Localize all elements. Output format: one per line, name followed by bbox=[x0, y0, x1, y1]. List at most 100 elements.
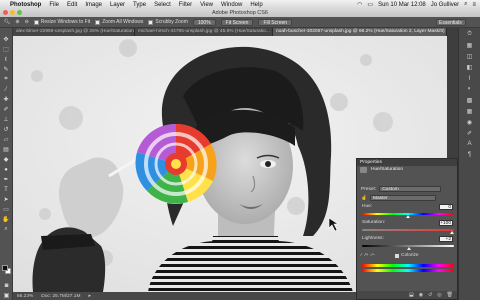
options-bar: 🔍︎ ⊕ ⊖ Resize Windows to Fit Zoom All Wi… bbox=[0, 17, 480, 28]
color-panel-icon[interactable]: ◉ bbox=[465, 119, 474, 127]
lightness-label: Lightness: bbox=[362, 236, 384, 241]
menu-layer[interactable]: Layer bbox=[110, 2, 125, 8]
paths-panel-icon[interactable]: ⌇ bbox=[465, 75, 474, 83]
menu-window[interactable]: Window bbox=[221, 2, 242, 8]
saturation-slider-track[interactable] bbox=[362, 229, 454, 231]
hue-saturation-label: Hue/Saturation bbox=[371, 167, 403, 172]
channels-panel-icon[interactable]: ◧ bbox=[465, 64, 474, 72]
tab-noah-buscher[interactable]: noah-buscher-302067-unsplash.jpg @ 66.2%… bbox=[273, 28, 447, 36]
battery-icon[interactable]: ▭ bbox=[367, 1, 373, 8]
menu-clock[interactable]: Sun 10 Mar 12:08 bbox=[378, 2, 426, 8]
pen-tool-icon[interactable]: ✒ bbox=[1, 175, 12, 184]
eyedropper-tool-icon[interactable]: ⁄ bbox=[1, 85, 12, 94]
reset-icon[interactable]: ↺ bbox=[428, 292, 432, 298]
list-icon[interactable]: ≡ bbox=[472, 2, 476, 8]
quick-select-tool-icon[interactable]: ✎ bbox=[1, 65, 12, 74]
history-brush-tool-icon[interactable]: ↺ bbox=[1, 125, 12, 134]
minimize-window-button[interactable] bbox=[10, 10, 15, 15]
type-tool-icon[interactable]: T bbox=[1, 185, 12, 194]
brush-panel-icon[interactable]: ✐ bbox=[465, 130, 474, 138]
marquee-tool-icon[interactable]: ⬚ bbox=[1, 45, 12, 54]
scrubby-zoom-checkbox[interactable]: Scrubby Zoom bbox=[148, 19, 188, 25]
tab-alex-blmer[interactable]: alex-blmer-22959-unsplash.jpg @ 25% (Hue… bbox=[13, 28, 135, 36]
zoom-window-button[interactable] bbox=[17, 10, 22, 15]
workspace-select[interactable]: Essentials bbox=[436, 19, 466, 26]
fill-screen-button[interactable]: Fill Screen bbox=[258, 18, 293, 26]
hue-slider-thumb[interactable] bbox=[406, 215, 410, 218]
preset-select[interactable]: Custom bbox=[379, 186, 442, 192]
menu-image[interactable]: Image bbox=[85, 2, 102, 8]
lightness-input[interactable]: +2 bbox=[439, 236, 453, 242]
menu-type[interactable]: Type bbox=[133, 2, 146, 8]
menu-file[interactable]: File bbox=[49, 2, 59, 8]
zoom-in-icon[interactable]: ⊕ bbox=[15, 19, 19, 25]
swatches-panel-icon[interactable]: ▦ bbox=[465, 108, 474, 116]
shape-tool-icon[interactable]: ▭ bbox=[1, 205, 12, 214]
preset-label: Preset: bbox=[361, 186, 377, 192]
zoom-level[interactable]: 66.23% bbox=[17, 294, 33, 299]
adjustments-panel-icon[interactable]: ◐ bbox=[465, 86, 474, 94]
clip-to-layer-icon[interactable]: ⬓ bbox=[409, 292, 414, 298]
zoom-tool-icon[interactable]: 🔍︎ bbox=[4, 19, 10, 25]
crop-tool-icon[interactable]: ⌗ bbox=[1, 75, 12, 84]
properties-title[interactable]: Properties bbox=[357, 159, 457, 166]
wifi-icon[interactable]: ◠ bbox=[357, 1, 362, 8]
visibility-icon[interactable]: ◎ bbox=[437, 292, 441, 298]
fit-screen-button[interactable]: Fit Screen bbox=[220, 18, 254, 26]
saturation-slider-thumb[interactable] bbox=[450, 231, 454, 234]
lasso-tool-icon[interactable]: ℓ bbox=[1, 55, 12, 64]
zoom-tool-icon[interactable]: ⌕ bbox=[1, 225, 12, 234]
status-arrow-icon[interactable]: ▸ bbox=[88, 294, 90, 299]
channel-select[interactable]: Master bbox=[369, 195, 436, 201]
dodge-tool-icon[interactable]: ● bbox=[1, 165, 12, 174]
foreground-color-swatch[interactable] bbox=[2, 265, 8, 271]
screen-mode-icon[interactable]: ▣ bbox=[1, 291, 12, 300]
lightness-slider-thumb[interactable] bbox=[407, 247, 411, 250]
paragraph-panel-icon[interactable]: ¶ bbox=[465, 152, 474, 160]
menu-app-name[interactable]: Photoshop bbox=[10, 2, 41, 8]
hue-input[interactable]: 0 bbox=[439, 204, 453, 210]
eyedropper-plus-icon[interactable]: ⁄+ bbox=[365, 253, 369, 258]
view-previous-icon[interactable]: ◉ bbox=[419, 292, 423, 298]
menu-user[interactable]: Jo Gulliver bbox=[431, 2, 459, 8]
window-controls bbox=[3, 10, 22, 15]
hand-adjust-icon[interactable]: ☝ bbox=[361, 196, 367, 201]
styles-panel-icon[interactable]: ▩ bbox=[465, 97, 474, 105]
hue-range-bar-top bbox=[362, 264, 454, 267]
menu-bar: Photoshop File Edit Image Layer Type Sel… bbox=[0, 0, 480, 9]
menu-edit[interactable]: Edit bbox=[67, 2, 77, 8]
zoom-100-button[interactable]: 100% bbox=[192, 18, 216, 26]
zoom-all-windows-checkbox[interactable]: Zoom All Windows bbox=[95, 19, 143, 25]
zoom-out-icon[interactable]: ⊖ bbox=[25, 19, 29, 25]
blur-tool-icon[interactable]: ◆ bbox=[1, 155, 12, 164]
saturation-label: Saturation: bbox=[362, 220, 386, 225]
gradient-tool-icon[interactable]: ▤ bbox=[1, 145, 12, 154]
move-tool-icon[interactable]: ✥ bbox=[1, 35, 12, 44]
healing-tool-icon[interactable]: ✚ bbox=[1, 95, 12, 104]
eyedropper-minus-icon[interactable]: ⁄− bbox=[371, 253, 375, 258]
saturation-input[interactable]: +100 bbox=[439, 220, 453, 226]
properties-panel: Properties Hue/Saturation Preset: Custom… bbox=[356, 158, 458, 300]
history-panel-icon[interactable]: ⏱ bbox=[465, 31, 474, 39]
menu-select[interactable]: Select bbox=[154, 2, 171, 8]
hand-tool-icon[interactable]: ✋ bbox=[1, 215, 12, 224]
eyedropper-icon[interactable]: ⁄ bbox=[361, 253, 362, 258]
trash-icon[interactable]: 🗑︎ bbox=[447, 292, 453, 298]
properties-panel-icon[interactable]: ▦ bbox=[465, 42, 474, 50]
eraser-tool-icon[interactable]: ▱ bbox=[1, 135, 12, 144]
menu-help[interactable]: Help bbox=[250, 2, 262, 8]
colorize-label: Colorize bbox=[401, 253, 419, 258]
colorize-checkbox[interactable]: Colorize bbox=[395, 253, 419, 258]
menu-filter[interactable]: Filter bbox=[179, 2, 192, 8]
brush-tool-icon[interactable]: ✐ bbox=[1, 105, 12, 114]
close-window-button[interactable] bbox=[3, 10, 8, 15]
quick-mask-icon[interactable]: ◙ bbox=[1, 281, 12, 290]
menu-view[interactable]: View bbox=[200, 2, 213, 8]
resize-windows-checkbox[interactable]: Resize Windows to Fit bbox=[33, 19, 90, 25]
stamp-tool-icon[interactable]: ⊥ bbox=[1, 115, 12, 124]
layers-panel-icon[interactable]: ◫ bbox=[465, 53, 474, 61]
search-icon[interactable]: ⌕ bbox=[464, 1, 467, 8]
character-panel-icon[interactable]: A bbox=[465, 141, 474, 149]
path-select-tool-icon[interactable]: ➤ bbox=[1, 195, 12, 204]
tab-michael-hirsch[interactable]: michael-hirsch-34785-unsplash.jpg @ 45.6… bbox=[135, 28, 273, 36]
